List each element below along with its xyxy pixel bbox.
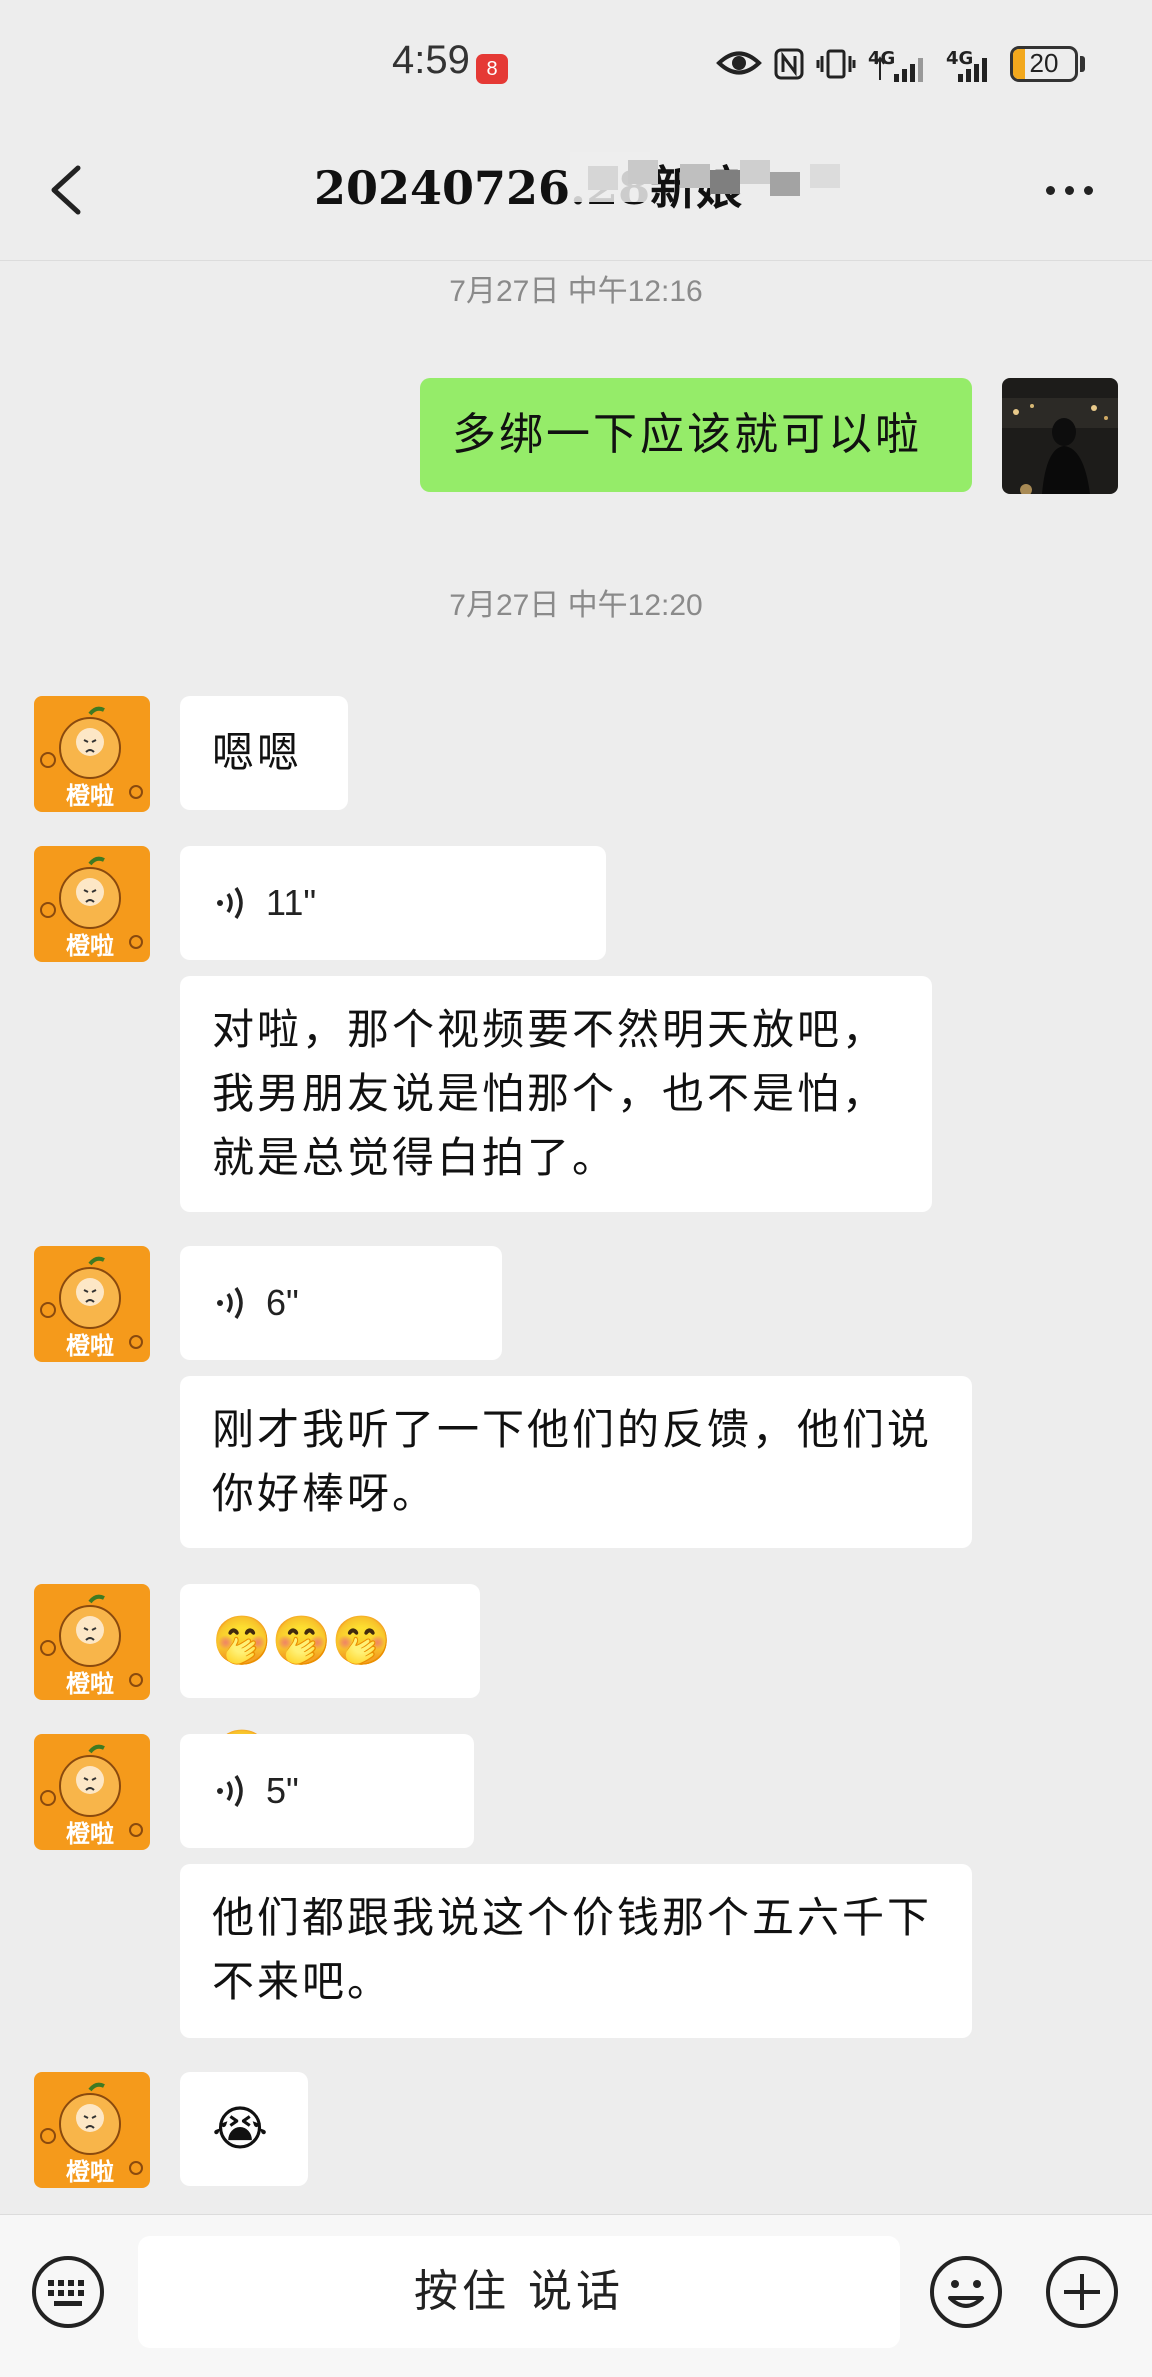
voice-transcript: 刚才我听了一下他们的反馈，他们说你好棒呀。 [180, 1376, 972, 1548]
voice-duration: 6" [266, 1282, 299, 1323]
contact-avatar[interactable]: 橙啦 [34, 1584, 150, 1700]
notification-badge: 8 [476, 54, 508, 84]
svg-text:橙啦: 橙啦 [66, 782, 114, 810]
voice-transcript: 对啦，那个视频要不然明天放吧，我男朋友说是怕那个，也不是怕，就是总觉得白拍了。 [180, 976, 932, 1212]
my-message-bubble[interactable]: 多绑一下应该就可以啦 [420, 378, 972, 492]
more-dots-icon[interactable] [1040, 170, 1100, 210]
contact-avatar[interactable]: 橙啦 [34, 2072, 150, 2188]
vibrate-icon [816, 49, 856, 79]
status-time: 4:59 [392, 38, 470, 82]
contact-avatar[interactable]: 橙啦 [34, 1734, 150, 1850]
voice-wave-icon [217, 1287, 243, 1319]
plus-circle-icon[interactable] [1044, 2254, 1120, 2330]
battery-level: 20 [1029, 48, 1059, 78]
smiley-icon[interactable] [928, 2254, 1004, 2330]
battery-tip [1080, 56, 1085, 72]
svg-text:橙啦: 橙啦 [66, 932, 114, 960]
signal-bars-1-icon [875, 56, 923, 82]
timestamp: 7月27日 中午12:20 [449, 589, 703, 622]
voice-duration: 5" [266, 1770, 299, 1811]
nfc-icon [774, 48, 804, 80]
voice-message-bubble[interactable]: 6" [180, 1246, 502, 1360]
contact-message-bubble[interactable]: 嗯嗯 [180, 696, 348, 810]
voice-message-bubble[interactable]: 11" [180, 846, 606, 960]
battery-icon: 20 [1010, 46, 1078, 82]
contact-avatar[interactable]: 橙啦 [34, 696, 150, 812]
keyboard-icon[interactable] [30, 2254, 106, 2330]
voice-transcript: 他们都跟我说这个价钱那个五六千下不来吧。 [180, 1864, 972, 2038]
svg-text:橙啦: 橙啦 [66, 1332, 114, 1360]
voice-wave-icon [217, 887, 243, 919]
timestamp: 7月27日 中午12:16 [449, 275, 703, 308]
emoji-message-bubble[interactable]: 😭 [180, 2072, 308, 2186]
chevron-left-icon[interactable] [40, 160, 100, 220]
svg-text:橙啦: 橙啦 [66, 1670, 114, 1698]
svg-text:橙啦: 橙啦 [66, 1820, 114, 1848]
voice-message-bubble[interactable]: 5" [180, 1734, 474, 1848]
eye-icon [716, 51, 762, 75]
emoji-message-bubble[interactable]: 🤭🤭🤭🤭 [180, 1584, 480, 1783]
voice-duration: 11" [266, 882, 317, 923]
contact-avatar[interactable]: 橙啦 [34, 1246, 150, 1362]
name-redaction [570, 146, 850, 208]
hold-to-talk-button[interactable]: 按住 说话 [138, 2236, 900, 2348]
signal-bars-2-icon [958, 58, 987, 82]
contact-avatar[interactable]: 橙啦 [34, 846, 150, 962]
my-avatar[interactable] [1002, 378, 1118, 494]
svg-text:橙啦: 橙啦 [66, 2158, 114, 2186]
voice-wave-icon [217, 1775, 243, 1807]
